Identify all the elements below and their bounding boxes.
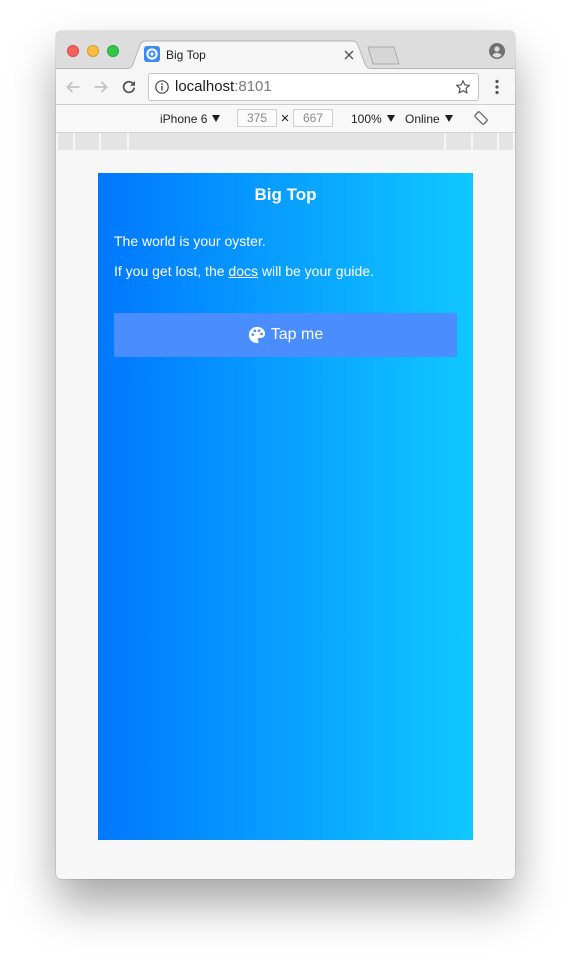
close-icon[interactable] — [344, 50, 354, 60]
zoom-select-label: 100% — [351, 111, 382, 126]
dropdown-arrow-icon — [386, 115, 395, 122]
device-width-input[interactable] — [237, 109, 277, 127]
title-bar: Big Top — [56, 31, 515, 69]
device-select-label: iPhone 6 — [160, 111, 208, 126]
new-tab-icon[interactable] — [366, 45, 402, 67]
app-favicon-icon — [144, 46, 160, 62]
address-bar[interactable]: localhost:8101 — [148, 73, 479, 101]
ruler-divider — [99, 133, 101, 150]
url-host: localhost — [175, 78, 235, 95]
tap-me-button-label: Tap me — [270, 326, 324, 343]
zoom-select[interactable]: 100% — [351, 105, 395, 132]
tab-title: Big Top — [166, 48, 206, 62]
url-port: :8101 — [234, 78, 272, 95]
ruler-divider — [73, 133, 75, 150]
dropdown-arrow-icon — [212, 115, 221, 122]
intro-text: The world is your oyster. — [114, 233, 266, 249]
dimension-separator: × — [280, 110, 290, 127]
profile-icon[interactable] — [489, 43, 505, 59]
device-select[interactable]: iPhone 6 — [160, 105, 221, 132]
browser-tab[interactable]: Big Top — [140, 41, 358, 69]
kebab-menu-icon[interactable] — [493, 79, 501, 95]
ruler-divider — [127, 133, 129, 150]
back-arrow-icon[interactable] — [65, 79, 81, 95]
palette-icon — [248, 326, 265, 344]
ruler-divider — [471, 133, 473, 150]
tap-me-button[interactable]: Tap me — [114, 313, 457, 357]
device-height-input[interactable] — [293, 109, 333, 127]
url-text[interactable]: localhost:8101 — [175, 74, 272, 100]
network-select-label: Online — [405, 111, 440, 126]
ruler-divider — [497, 133, 499, 150]
dropdown-arrow-icon — [444, 115, 453, 122]
media-query-ruler[interactable] — [58, 133, 513, 150]
browser-toolbar: localhost:8101 — [56, 69, 515, 105]
guide-text: If you get lost, the docs will be your g… — [114, 261, 374, 281]
page-title: Big Top — [254, 185, 317, 204]
star-icon[interactable] — [455, 79, 471, 95]
network-throttling-select[interactable]: Online — [405, 105, 453, 132]
device-toolbar: iPhone 6 × 100% Online — [56, 105, 515, 133]
reload-icon[interactable] — [121, 79, 137, 95]
rotate-icon[interactable] — [473, 110, 489, 126]
forward-arrow-icon[interactable] — [93, 79, 109, 95]
device-viewport: Big Top The world is your oyster. If you… — [98, 173, 473, 840]
ruler-divider — [444, 133, 446, 150]
guide-text-before: If you get lost, the — [114, 263, 229, 279]
info-icon[interactable] — [155, 80, 169, 94]
guide-text-after: will be your guide. — [257, 263, 374, 279]
docs-link[interactable]: docs — [228, 263, 258, 279]
browser-window: Big Top localhost:8101 iPhone 6 375 × 66… — [56, 31, 515, 879]
